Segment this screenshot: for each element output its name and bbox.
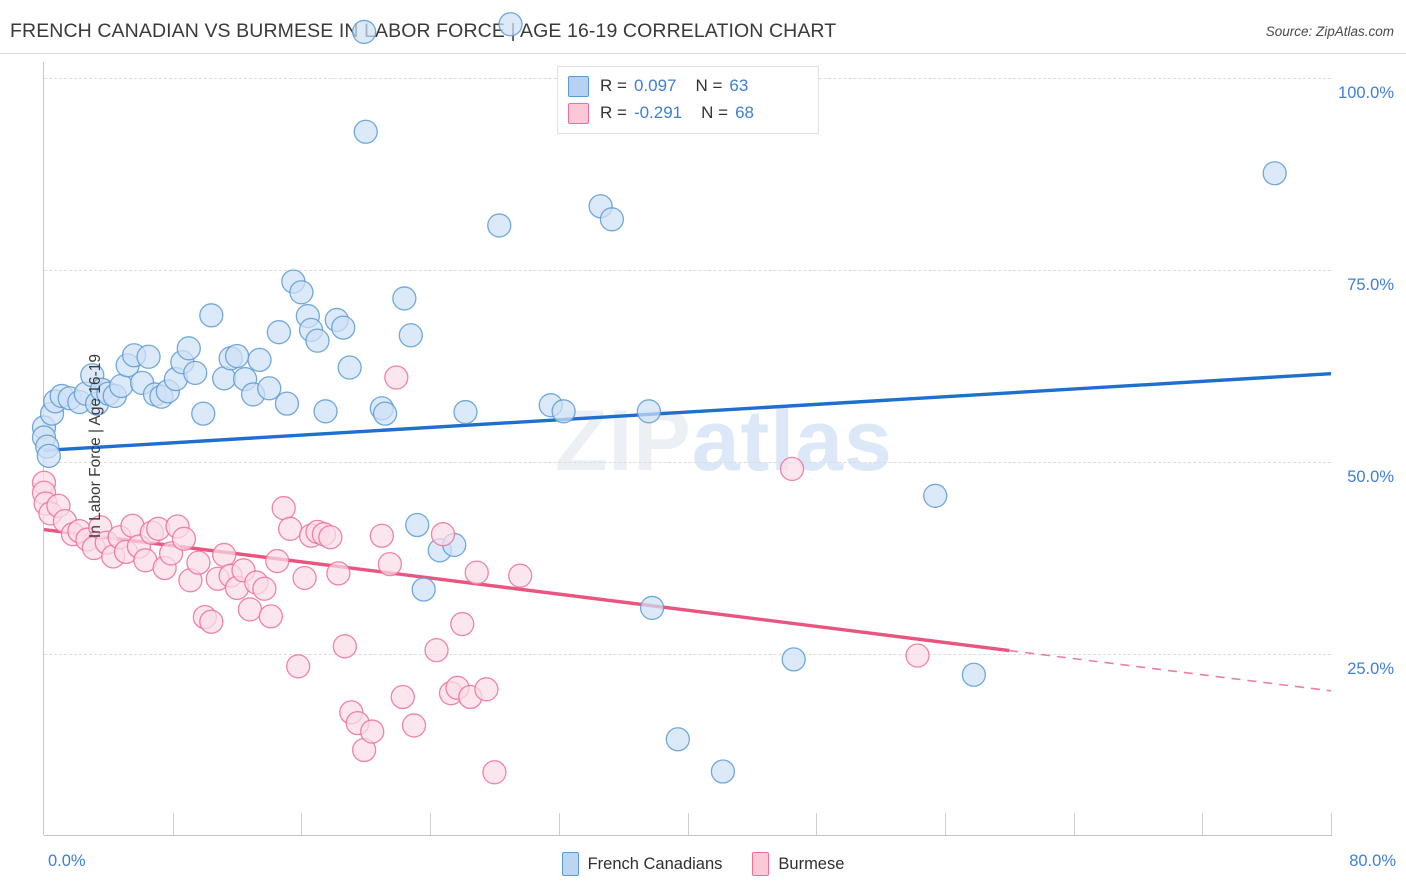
data-point[interactable] bbox=[36, 443, 61, 469]
data-point[interactable] bbox=[313, 399, 338, 424]
data-point[interactable] bbox=[171, 526, 197, 551]
pink-r-label: R = bbox=[600, 103, 627, 122]
data-point[interactable] bbox=[224, 343, 250, 369]
data-point[interactable] bbox=[599, 207, 625, 232]
data-point[interactable] bbox=[392, 286, 417, 311]
data-point[interactable] bbox=[318, 525, 343, 550]
data-point[interactable] bbox=[292, 565, 317, 591]
data-point[interactable] bbox=[390, 684, 415, 710]
pink-n-label: N = bbox=[701, 103, 729, 122]
data-point[interactable] bbox=[353, 119, 378, 144]
data-point[interactable] bbox=[212, 542, 237, 568]
data-point[interactable] bbox=[665, 727, 690, 752]
legend-label-french-canadians: French Canadians bbox=[587, 854, 723, 873]
data-point[interactable] bbox=[274, 391, 300, 416]
series-legend: French Canadians Burmese bbox=[0, 849, 1406, 879]
data-point[interactable] bbox=[636, 399, 662, 424]
legend-swatch-burmese-icon bbox=[752, 852, 770, 876]
data-point[interactable] bbox=[337, 355, 362, 380]
blue-r-value: 0.097 bbox=[633, 76, 677, 95]
data-point[interactable] bbox=[487, 213, 512, 238]
pink-n-value: 68 bbox=[735, 103, 754, 122]
data-point[interactable] bbox=[430, 522, 456, 547]
data-point[interactable] bbox=[360, 719, 385, 744]
data-point[interactable] bbox=[186, 550, 211, 575]
data-point[interactable] bbox=[710, 759, 736, 784]
data-point[interactable] bbox=[377, 551, 403, 577]
correlation-stats-legend: R = 0.097 N = 63 R = -0.291 N = 68 bbox=[557, 66, 819, 134]
data-point[interactable] bbox=[450, 611, 475, 637]
data-point[interactable] bbox=[277, 516, 303, 541]
data-point[interactable] bbox=[183, 360, 208, 386]
data-point[interactable] bbox=[401, 713, 427, 738]
data-point[interactable] bbox=[1262, 161, 1287, 186]
data-point[interactable] bbox=[398, 323, 423, 348]
data-point[interactable] bbox=[332, 634, 357, 659]
data-point[interactable] bbox=[384, 365, 409, 390]
data-point[interactable] bbox=[498, 12, 523, 37]
legend-swatch-french-canadians-icon bbox=[561, 852, 579, 876]
stats-row-burmese: R = -0.291 N = 68 bbox=[568, 100, 754, 126]
data-point[interactable] bbox=[136, 344, 161, 369]
blue-n-value: 63 bbox=[729, 76, 749, 95]
data-point[interactable] bbox=[176, 336, 201, 361]
data-point[interactable] bbox=[109, 373, 134, 399]
data-point[interactable] bbox=[779, 456, 805, 482]
data-point[interactable] bbox=[265, 548, 290, 574]
legend-item-burmese[interactable]: Burmese bbox=[752, 852, 844, 876]
data-point[interactable] bbox=[289, 280, 314, 305]
data-point[interactable] bbox=[464, 560, 489, 585]
data-point[interactable] bbox=[781, 647, 806, 672]
data-point[interactable] bbox=[191, 401, 216, 426]
data-point[interactable] bbox=[961, 662, 987, 687]
y-axis-title: In Labor Force | Age 16-19 bbox=[87, 353, 105, 539]
blue-n-label: N = bbox=[695, 76, 723, 95]
data-point[interactable] bbox=[453, 399, 478, 425]
data-point[interactable] bbox=[286, 654, 311, 679]
pink-r-value: -0.291 bbox=[633, 103, 683, 122]
points-burmese bbox=[31, 365, 930, 785]
pink-swatch-icon bbox=[568, 102, 589, 124]
data-point[interactable] bbox=[411, 577, 436, 602]
data-point[interactable] bbox=[482, 760, 507, 785]
trendline-burmese-dashed bbox=[1009, 649, 1332, 692]
legend-label-burmese: Burmese bbox=[778, 854, 845, 873]
blue-r-label: R = bbox=[600, 76, 627, 95]
data-point[interactable] bbox=[199, 609, 224, 634]
data-point[interactable] bbox=[424, 638, 449, 663]
data-point[interactable] bbox=[258, 604, 283, 629]
data-point[interactable] bbox=[247, 347, 272, 373]
data-point[interactable] bbox=[331, 315, 356, 340]
data-point[interactable] bbox=[266, 320, 292, 345]
data-point[interactable] bbox=[271, 495, 296, 521]
data-point[interactable] bbox=[405, 512, 430, 538]
data-point[interactable] bbox=[351, 19, 377, 45]
blue-swatch-icon bbox=[568, 75, 589, 97]
stats-row-french-canadians: R = 0.097 N = 63 bbox=[568, 73, 748, 99]
data-point[interactable] bbox=[923, 483, 948, 508]
data-point[interactable] bbox=[199, 303, 224, 328]
legend-item-french-canadians[interactable]: French Canadians bbox=[561, 852, 723, 876]
data-point[interactable] bbox=[639, 595, 665, 621]
data-point[interactable] bbox=[551, 399, 576, 424]
data-point[interactable] bbox=[905, 643, 930, 668]
data-point[interactable] bbox=[305, 328, 330, 353]
data-point[interactable] bbox=[369, 523, 394, 548]
data-point[interactable] bbox=[252, 576, 277, 601]
data-point[interactable] bbox=[237, 597, 263, 622]
data-point[interactable] bbox=[372, 401, 398, 426]
correlation-chart: FRENCH CANADIAN VS BURMESE IN LABOR FORC… bbox=[0, 0, 1406, 892]
data-point[interactable] bbox=[326, 561, 351, 586]
data-point[interactable] bbox=[474, 677, 499, 702]
data-point[interactable] bbox=[508, 563, 533, 588]
